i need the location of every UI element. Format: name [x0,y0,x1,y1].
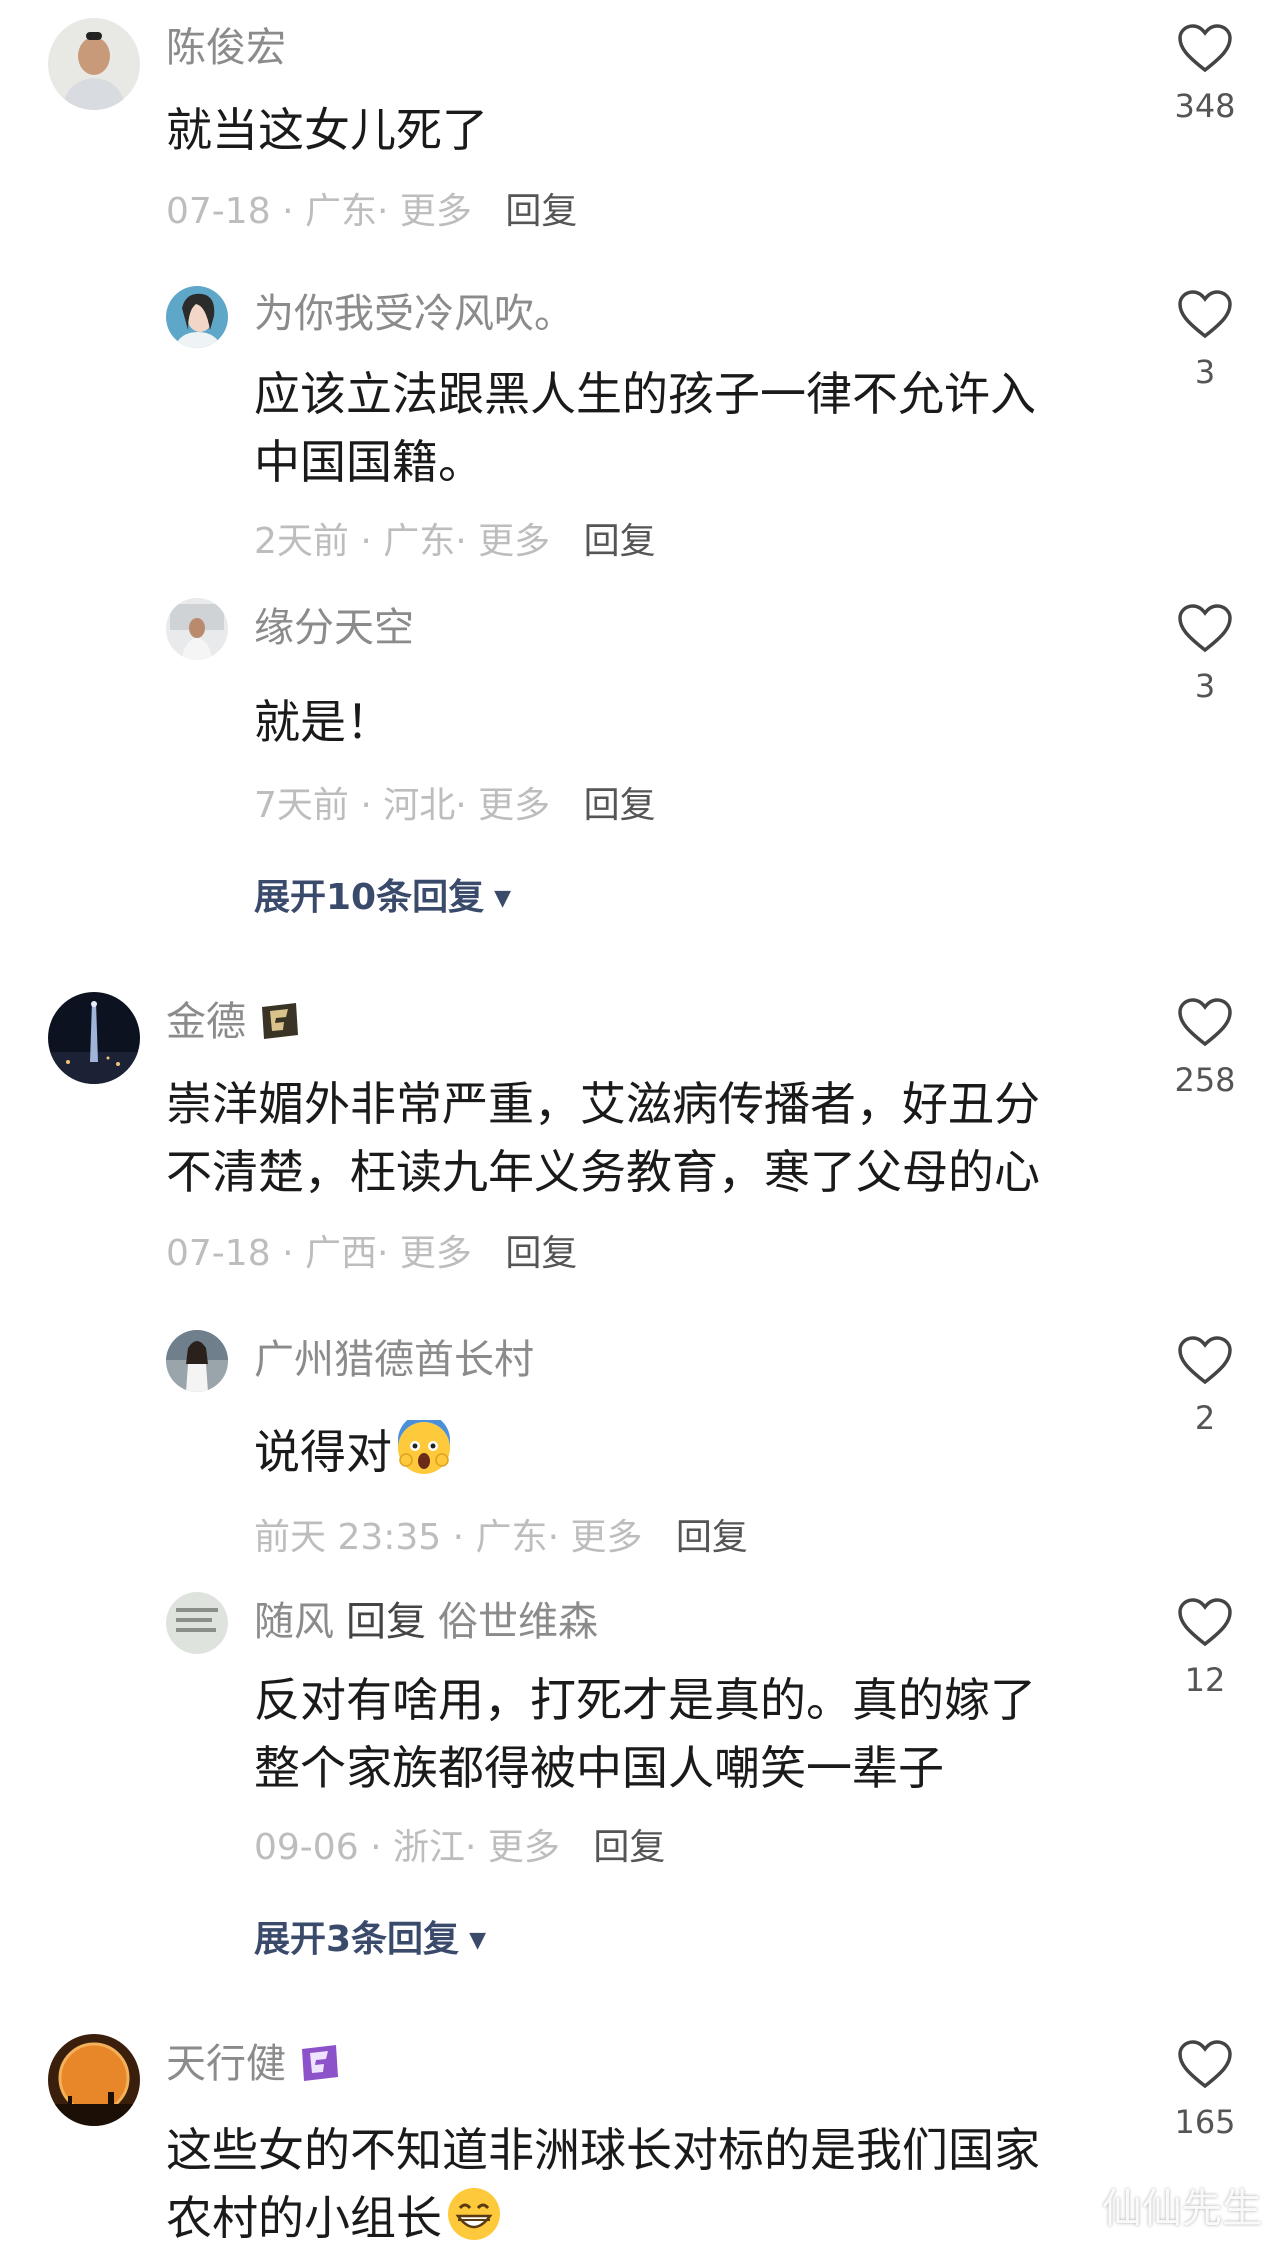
comment-location: 广东 [304,191,377,232]
triangle-down-icon: ▼ [469,1928,486,1953]
reply-meta: 2天前 · 广东· 更多 回复 [254,521,656,562]
grinning-face-icon [446,2186,502,2242]
comment-text: 这些女的不知道非洲球长对标的是我们国家 农村的小组长 [166,2123,1040,2245]
level-badge-icon [258,1001,302,1041]
reply-meta: 09-06 · 浙江· 更多 回复 [254,1827,666,1868]
comment-meta: 07-18 · 广西· 更多 回复 [166,1233,578,1274]
reply-location: 河北 [383,785,456,826]
like-button[interactable]: 348 [1160,24,1250,124]
shocked-face-icon [396,1414,452,1476]
avatar[interactable] [166,598,228,660]
like-button[interactable]: 165 [1160,2040,1250,2140]
heart-icon [1178,24,1232,73]
like-count: 3 [1194,667,1216,705]
more-link[interactable]: 更多 [488,1827,560,1868]
reply-date: 7天前 [254,785,349,826]
expand-replies-button[interactable]: 展开10条回复 ▼ [254,876,511,925]
reply-button[interactable]: 回复 [584,521,656,562]
comment-meta: 07-18 · 广东· 更多 回复 [166,191,578,232]
comment-date: 07-18 [166,191,271,232]
reply-to-username[interactable]: 俗世维森 [438,1599,598,1645]
username[interactable]: 天行健 [166,2041,286,2087]
username[interactable]: 为你我受冷风吹。 [254,290,574,338]
reply-location: 广东 [383,521,456,562]
username[interactable]: 陈俊宏 [166,24,286,72]
username-row: 金德 [166,998,302,1046]
more-link[interactable]: 更多 [570,1517,642,1558]
like-button[interactable]: 3 [1160,604,1250,704]
avatar[interactable] [48,992,140,1084]
like-button[interactable]: 258 [1160,998,1250,1098]
more-link[interactable]: 更多 [400,191,472,232]
avatar[interactable] [48,18,140,110]
like-count: 258 [1174,1061,1236,1099]
reply-location: 浙江 [392,1827,465,1868]
comment-text: 就当这女儿死了 [166,103,488,157]
reply-button[interactable]: 回复 [505,1233,577,1274]
like-count: 3 [1194,353,1216,391]
comment-location: 广西 [304,1233,377,1274]
expand-replies-button[interactable]: 展开3条回复 ▼ [254,1918,486,1967]
reply-text: 反对有啥用，打死才是真的。真的嫁了 整个家族都得被中国人嘲笑一辈子 [254,1673,1036,1795]
more-link[interactable]: 更多 [400,1233,472,1274]
like-count: 12 [1184,1661,1226,1699]
reply-meta: 前天 23:35 · 广东· 更多 回复 [254,1517,748,1558]
comment-feed: 陈俊宏 就当这女儿死了 07-18 · 广东· 更多 回复 348 为你我受冷风 [0,0,1280,2256]
comment-text: 崇洋媚外非常严重，艾滋病传播者，好丑分 不清楚，枉读九年义务教育，寒了父母的心 [166,1077,1040,1199]
reply-date: 2天前 [254,521,349,562]
more-link[interactable]: 更多 [478,521,550,562]
like-button[interactable]: 12 [1160,1598,1250,1698]
more-link[interactable]: 更多 [478,785,550,826]
heart-icon [1178,1598,1232,1647]
reply-text: 就是！ [254,695,392,749]
reply-meta: 7天前 · 河北· 更多 回复 [254,785,656,826]
avatar[interactable] [166,1330,228,1392]
reply-button[interactable]: 回复 [676,1517,748,1558]
username[interactable]: 随风 [254,1599,334,1645]
heart-icon [1178,290,1232,339]
reply-button[interactable]: 回复 [505,191,577,232]
heart-icon [1178,604,1232,653]
reply-date: 前天 23:35 [254,1517,442,1558]
avatar[interactable] [166,1592,228,1654]
reply-location: 广东 [475,1517,548,1558]
heart-icon [1178,998,1232,1047]
reply-button[interactable]: 回复 [584,785,656,826]
username[interactable]: 缘分天空 [254,604,414,652]
reply-to-label: 回复 [346,1599,426,1645]
like-count: 2 [1194,1399,1216,1437]
watermark: 仙仙先生 [1102,2186,1262,2232]
like-button[interactable]: 3 [1160,290,1250,390]
reply-text: 说得对 [254,1414,452,1486]
username-row: 随风 回复 俗世维森 [254,1598,598,1646]
heart-icon [1178,2040,1232,2089]
reply-text: 应该立法跟黑人生的孩子一律不允许入 中国国籍。 [254,367,1036,489]
avatar[interactable] [48,2034,140,2126]
like-button[interactable]: 2 [1160,1336,1250,1436]
level-badge-icon [298,2043,342,2083]
avatar[interactable] [166,286,228,348]
reply-date: 09-06 [254,1827,359,1868]
reply-button[interactable]: 回复 [593,1827,665,1868]
heart-icon [1178,1336,1232,1385]
username[interactable]: 广州猎德酋长村 [254,1336,534,1384]
username[interactable]: 金德 [166,999,246,1045]
username-row: 天行健 [166,2040,342,2088]
like-count: 165 [1174,2103,1236,2141]
like-count: 348 [1174,87,1236,125]
comment-date: 07-18 [166,1233,271,1274]
triangle-down-icon: ▼ [494,886,512,911]
